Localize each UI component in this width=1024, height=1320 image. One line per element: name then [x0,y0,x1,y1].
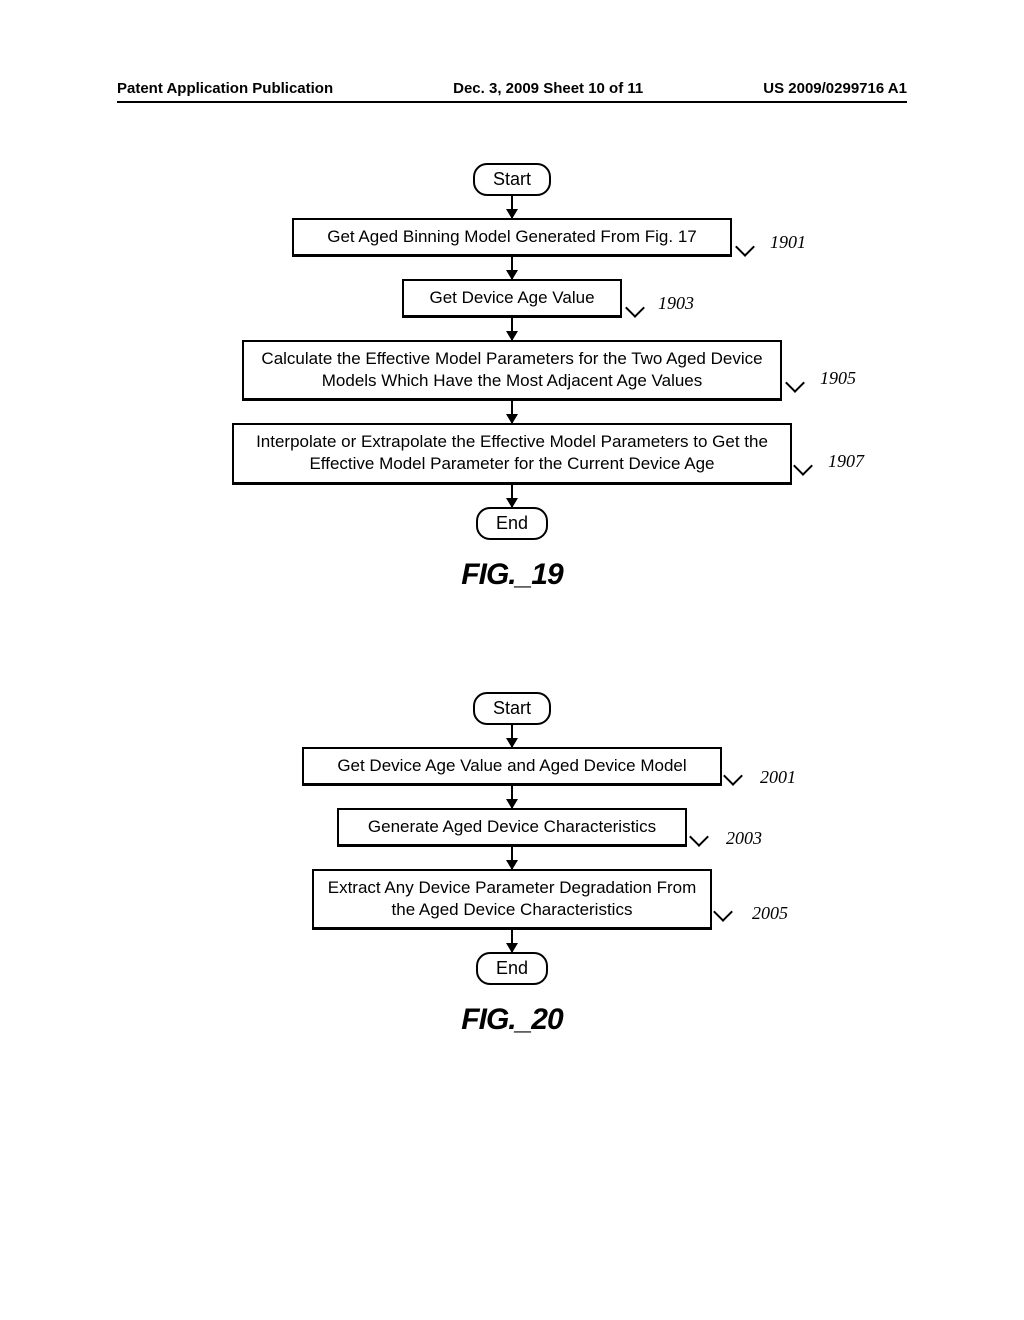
process-step-3: Calculate the Effective Model Parameters… [242,340,782,401]
ref-2005: 2005 [752,903,788,924]
leader-line [793,456,813,476]
process-step-2: Get Device Age Value [402,279,622,318]
arrow-icon [511,257,513,279]
ref-2003: 2003 [726,828,762,849]
arrow-icon [511,725,513,747]
leader-line [689,827,709,847]
leader-line [735,237,755,257]
ref-1903: 1903 [658,293,694,314]
start-terminal: Start [473,692,551,725]
leader-line [713,902,733,922]
flowchart-fig-20: Start Get Device Age Value and Aged Devi… [192,692,832,1037]
arrow-icon [511,401,513,423]
process-step-1: Get Device Age Value and Aged Device Mod… [302,747,722,786]
arrow-icon [511,786,513,808]
process-step-4: Interpolate or Extrapolate the Effective… [232,423,792,484]
arrow-icon [511,485,513,507]
ref-1905: 1905 [820,368,856,389]
start-terminal: Start [473,163,551,196]
figure-label-19: FIG._19 [192,558,832,592]
ref-2001: 2001 [760,767,796,788]
leader-line [625,298,645,318]
process-step-1: Get Aged Binning Model Generated From Fi… [292,218,732,257]
arrow-icon [511,847,513,869]
arrow-icon [511,196,513,218]
header-left: Patent Application Publication [117,80,333,97]
leader-line [723,766,743,786]
ref-1907: 1907 [828,451,864,472]
figure-label-20: FIG._20 [192,1003,832,1037]
process-step-3: Extract Any Device Parameter Degradation… [312,869,712,930]
end-terminal: End [476,507,548,540]
arrow-icon [511,930,513,952]
page-header: Patent Application Publication Dec. 3, 2… [117,80,907,103]
flowchart-fig-19: Start Get Aged Binning Model Generated F… [192,163,832,592]
header-center: Dec. 3, 2009 Sheet 10 of 11 [453,80,643,97]
end-terminal: End [476,952,548,985]
header-right: US 2009/0299716 A1 [763,80,907,97]
arrow-icon [511,318,513,340]
process-step-2: Generate Aged Device Characteristics [337,808,687,847]
ref-1901: 1901 [770,232,806,253]
leader-line [785,373,805,393]
